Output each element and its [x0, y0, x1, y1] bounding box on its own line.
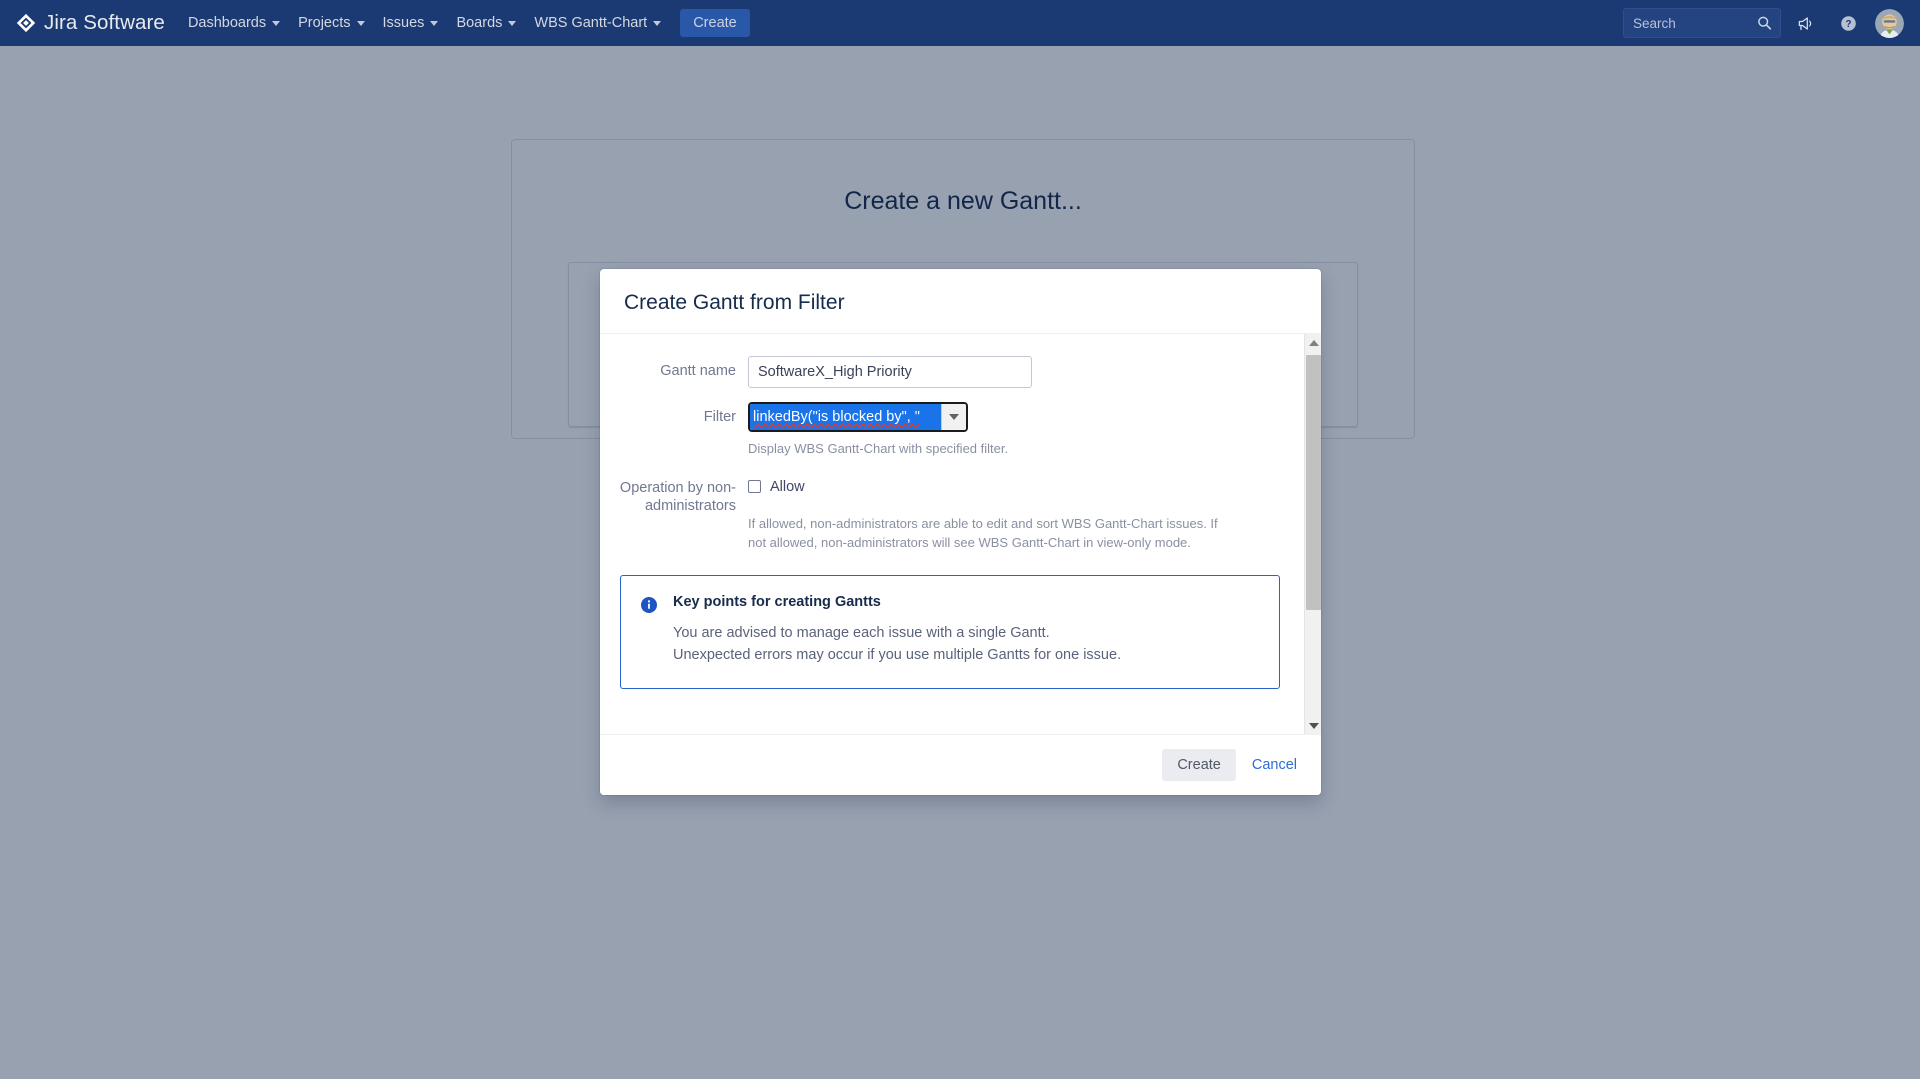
brand-name: Jira Software [44, 11, 165, 34]
filter-label: Filter [703, 409, 736, 425]
allow-checkbox-row[interactable]: Allow [748, 473, 1301, 495]
gantt-name-input[interactable] [748, 356, 1032, 388]
form-row-operation: Operation by non-administrators Allow If… [600, 473, 1321, 553]
search-input[interactable] [1624, 9, 1780, 37]
filter-help-text: Display WBS Gantt-Chart with specified f… [748, 441, 1009, 456]
operation-label: Operation by non-administrators [619, 479, 736, 515]
create-button[interactable]: Create [1162, 749, 1236, 781]
nav-item-issues[interactable]: Issues [374, 0, 448, 46]
allow-checkbox[interactable] [748, 480, 761, 494]
allow-checkbox-label[interactable]: Allow [770, 479, 805, 495]
navbar-right-cluster: ? [1623, 0, 1904, 46]
announcements-button[interactable] [1789, 6, 1823, 40]
nav-item-wbs-gantt-chart[interactable]: WBS Gantt-Chart [525, 0, 670, 46]
cancel-button[interactable]: Cancel [1252, 757, 1297, 773]
avatar-image-icon [1875, 8, 1904, 38]
help-question-icon: ? [1840, 15, 1856, 31]
filter-select-value[interactable]: linkedBy("is blocked by", " [750, 404, 941, 430]
search-box[interactable] [1623, 8, 1781, 38]
chevron-down-icon [653, 20, 662, 26]
nav-item-boards[interactable]: Boards [447, 0, 525, 46]
filter-select[interactable]: linkedBy("is blocked by", " [748, 402, 968, 432]
svg-text:?: ? [1845, 19, 1851, 30]
dialog-body: Gantt name Filter linkedBy("is blocked b… [600, 334, 1321, 734]
gantt-name-field-wrap [748, 356, 1321, 388]
jira-brand-logo[interactable]: Jira Software [16, 0, 165, 46]
operation-help-line-2: not allowed, non-administrators will see… [748, 534, 1191, 550]
nav-menu: Dashboards Projects Issues Boards WBS Ga… [179, 0, 750, 46]
nav-item-label: Boards [456, 15, 503, 31]
help-button[interactable]: ? [1831, 6, 1865, 40]
key-points-info-panel: Key points for creating Gantts You are a… [620, 574, 1280, 690]
filter-field-wrap: linkedBy("is blocked by", " Display WBS … [748, 402, 1321, 459]
chevron-down-icon [272, 20, 281, 26]
dialog-header: Create Gantt from Filter [600, 269, 1321, 334]
navbar-create-button[interactable]: Create [680, 9, 750, 37]
info-panel-title: Key points for creating Gantts [673, 593, 881, 610]
create-gantt-from-filter-dialog: Create Gantt from Filter Gantt name Filt… [600, 269, 1321, 795]
nav-item-label: WBS Gantt-Chart [534, 15, 648, 31]
form-row-filter: Filter linkedBy("is blocked by", " Displ… [600, 402, 1321, 459]
operation-help-line-1: If allowed, non-administrators are able … [748, 515, 1218, 531]
info-panel-line-1: You are advised to manage each issue wit… [673, 624, 1050, 641]
scrollbar-thumb[interactable] [1306, 355, 1321, 610]
top-navigation-bar: Jira Software Dashboards Projects Issues… [0, 0, 1920, 46]
avatar[interactable] [1875, 8, 1904, 38]
megaphone-icon [1798, 16, 1811, 30]
chevron-down-icon [430, 20, 439, 26]
info-circle-icon [641, 596, 657, 613]
form-row-gantt-name: Gantt name [600, 356, 1321, 388]
dialog-footer: Create Cancel [600, 734, 1321, 795]
operation-field-wrap: Allow If allowed, non-administrators are… [748, 473, 1321, 553]
nav-item-label: Dashboards [187, 15, 267, 31]
nav-item-label: Projects [298, 15, 351, 31]
nav-item-dashboards[interactable]: Dashboards [179, 0, 289, 46]
gantt-name-label: Gantt name [660, 363, 736, 379]
jira-diamond-logo-icon [16, 13, 36, 33]
operation-help-text: If allowed, non-administrators are able … [748, 515, 1218, 553]
chevron-down-icon[interactable] [941, 404, 966, 430]
scroll-down-arrow-icon[interactable] [1305, 717, 1321, 734]
dialog-title: Create Gantt from Filter [624, 291, 845, 314]
chevron-down-icon [508, 20, 517, 26]
info-panel-content: Key points for creating Gantts You are a… [673, 594, 1121, 667]
dialog-scrollbar[interactable] [1304, 334, 1321, 734]
nav-item-projects[interactable]: Projects [289, 0, 373, 46]
scroll-up-arrow-icon[interactable] [1305, 334, 1321, 351]
info-panel-line-2: Unexpected errors may occur if you use m… [673, 647, 1122, 663]
nav-item-label: Issues [382, 15, 425, 31]
chevron-down-icon [356, 20, 365, 26]
